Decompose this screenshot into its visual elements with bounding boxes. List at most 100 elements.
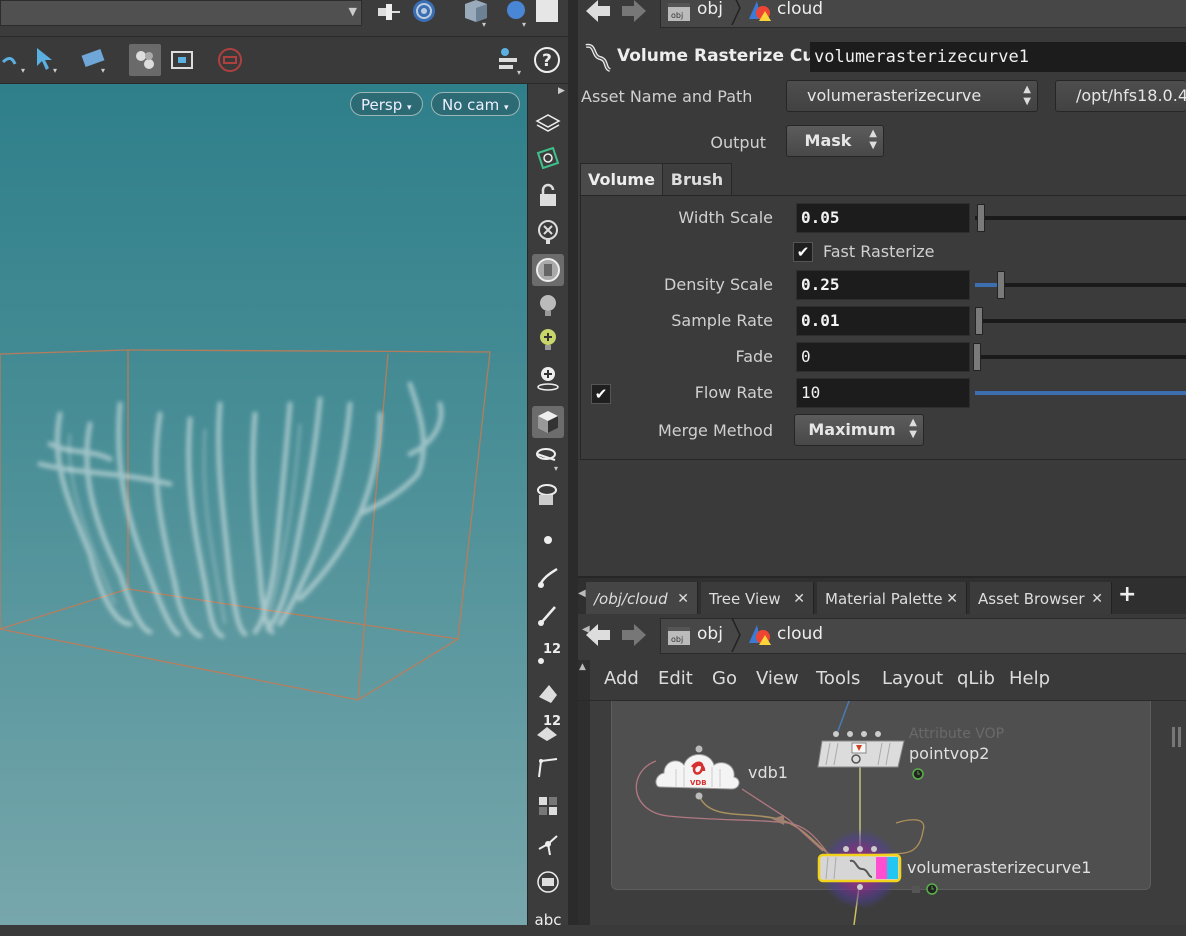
tab-material-palette[interactable]: Material Palette ✕ (817, 582, 967, 616)
breadcrumb-cloud[interactable]: cloud (777, 0, 823, 19)
attribute-vop-node[interactable] (816, 729, 908, 771)
menu-add[interactable]: Add (604, 668, 639, 689)
menu-edit[interactable]: Edit (658, 668, 693, 689)
slider-knob[interactable] (975, 307, 983, 335)
breadcrumb-obj[interactable]: obj (697, 0, 723, 19)
frame-selection-icon[interactable] (166, 44, 198, 76)
add-tab-button[interactable]: + (1118, 582, 1136, 607)
slider-knob[interactable] (997, 271, 1005, 299)
node-name-field[interactable]: volumerasterizecurve1 (810, 42, 1186, 72)
menu-tools[interactable]: Tools (816, 668, 860, 689)
transform-handle-icon[interactable]: ▾ (78, 43, 110, 75)
flow-rate-slider[interactable] (975, 391, 1186, 395)
fade-field[interactable]: 0 (796, 342, 970, 372)
point-icon[interactable] (532, 524, 564, 556)
box-icon[interactable] (534, 0, 560, 28)
help-icon[interactable]: ? (531, 44, 563, 76)
arrow-select-icon[interactable]: ▾ (30, 43, 62, 75)
menu-view[interactable]: View (756, 668, 799, 689)
slider-knob[interactable] (977, 204, 985, 232)
pen-tool-icon[interactable] (532, 598, 564, 630)
tab-tree-view[interactable]: Tree View ✕ (701, 582, 814, 616)
snapping-icon[interactable] (129, 44, 161, 76)
width-scale-field[interactable]: 0.05 (796, 203, 970, 233)
back-arrow-icon[interactable] (584, 0, 612, 22)
collapse-strip[interactable]: ▲ (578, 660, 590, 700)
vdb-node[interactable]: VDB (654, 745, 742, 801)
tab-asset-browser[interactable]: Asset Browser ✕ (970, 582, 1112, 616)
geometry-display-icon[interactable] (532, 142, 564, 174)
merge-method-menu[interactable]: Maximum ▲ ▼ (794, 414, 924, 446)
pane-divider[interactable] (568, 0, 578, 925)
tab-brush[interactable]: Brush (662, 163, 732, 196)
headlight-icon[interactable] (532, 254, 564, 286)
text-label-icon[interactable]: abc (532, 904, 564, 936)
close-circle-icon[interactable] (532, 216, 564, 248)
forward-arrow-icon[interactable] (620, 624, 648, 646)
chevron-down-icon: ▾ (504, 103, 509, 113)
width-scale-slider[interactable] (975, 204, 1186, 232)
volume-rasterize-node[interactable] (816, 827, 906, 909)
asset-name-menu[interactable]: volumerasterizecurve ▲ ▼ (786, 80, 1038, 112)
breadcrumb-obj[interactable]: obj (697, 624, 723, 644)
perspective-label: Persp (361, 96, 403, 114)
output-menu[interactable]: Mask ▲ ▼ (786, 125, 884, 157)
network-path-bar: ◀ obj obj cloud (578, 614, 1186, 658)
scroll-left-icon[interactable]: ◀ (578, 588, 586, 599)
node-type-icon (582, 40, 614, 74)
add-light-target-icon[interactable] (532, 362, 564, 394)
view-camera-icon[interactable]: ▾ (532, 442, 564, 474)
sample-rate-field[interactable]: 0.01 (796, 306, 970, 336)
camera-menu[interactable]: No cam ▾ (431, 92, 520, 116)
flow-rate-checkbox[interactable]: ✔ (591, 384, 611, 404)
display-options-icon[interactable]: ▾ (494, 44, 526, 76)
fast-rasterize-checkbox[interactable]: ✔ (793, 242, 813, 262)
tab-obj-cloud[interactable]: /obj/cloud ✕ (586, 582, 698, 616)
add-light-icon[interactable] (532, 324, 564, 356)
breadcrumb-cloud[interactable]: cloud (777, 624, 823, 644)
flow-rate-field[interactable]: 10 (796, 378, 970, 408)
checker-grid-icon[interactable] (532, 790, 564, 822)
svg-text:▾: ▾ (53, 66, 57, 74)
desktop-selector[interactable]: ▼ (0, 0, 362, 26)
display-box-icon[interactable] (532, 866, 564, 898)
light-bulb-icon[interactable] (532, 290, 564, 322)
edge-tool-icon[interactable] (532, 752, 564, 784)
tab-volume[interactable]: Volume (580, 163, 663, 196)
scene-viewport[interactable]: Persp ▾ No cam ▾ (0, 84, 527, 925)
perspective-menu[interactable]: Persp ▾ (350, 92, 423, 116)
numbered-primitive-icon[interactable]: 12 (532, 712, 564, 744)
pin-icon[interactable] (374, 0, 402, 26)
checker-cube-icon[interactable] (532, 406, 564, 438)
density-scale-field[interactable]: 0.25 (796, 270, 970, 300)
cube-icon[interactable]: ▾ (460, 0, 490, 29)
numbered-point-icon[interactable]: 12 (532, 636, 564, 668)
menu-help[interactable]: Help (1009, 668, 1050, 689)
slider-knob[interactable] (973, 343, 981, 371)
polygon-tool-icon[interactable] (532, 676, 564, 708)
back-arrow-icon[interactable] (584, 624, 612, 646)
close-icon[interactable]: ✕ (1091, 582, 1103, 616)
close-icon[interactable]: ✕ (793, 582, 805, 616)
menu-qlib[interactable]: qLib (957, 668, 995, 689)
select-mode-icon[interactable]: ▾ (0, 43, 32, 75)
network-editor[interactable]: VDB vdb1 Attribute VOP pointvop2 volumer… (578, 701, 1186, 925)
curve-tool-icon[interactable] (532, 562, 564, 594)
vector-tool-icon[interactable] (532, 828, 564, 860)
forward-arrow-icon[interactable] (620, 0, 648, 22)
close-icon[interactable]: ✕ (677, 582, 689, 616)
density-scale-slider[interactable] (975, 271, 1186, 299)
fade-slider[interactable] (973, 343, 1186, 371)
sphere-icon[interactable]: ▾ (504, 0, 530, 29)
menu-go[interactable]: Go (712, 668, 737, 689)
camera-icon[interactable] (532, 480, 564, 512)
ghost-other-objects-icon[interactable] (532, 106, 564, 138)
target-icon[interactable] (410, 0, 438, 26)
menu-layout[interactable]: Layout (882, 668, 943, 689)
stop-icon[interactable] (214, 44, 246, 76)
lock-icon[interactable] (532, 180, 564, 212)
expand-icon[interactable]: ▶ (558, 86, 565, 96)
sample-rate-slider[interactable] (975, 307, 1186, 335)
asset-path-field[interactable]: /opt/hfs18.0.49 (1055, 80, 1186, 112)
close-icon[interactable]: ✕ (946, 582, 958, 616)
